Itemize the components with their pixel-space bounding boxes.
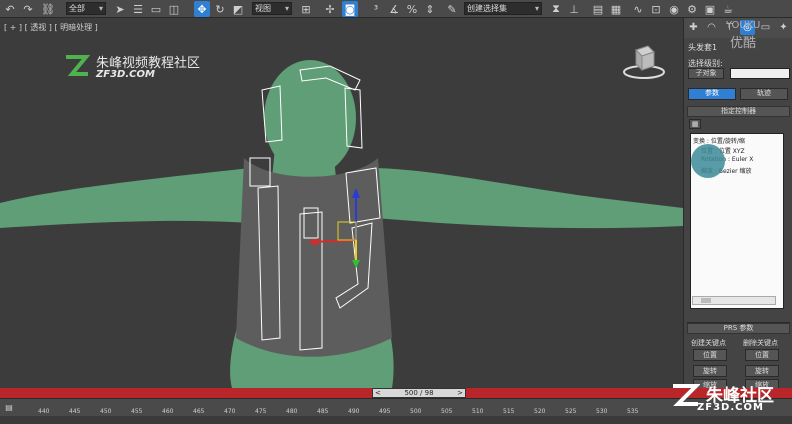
- time-slider-prev[interactable]: <: [375, 389, 381, 397]
- tick-label: 475: [255, 408, 267, 415]
- tick-label: 450: [100, 408, 112, 415]
- layer-icon[interactable]: ▤: [590, 1, 606, 17]
- youku-watermark-en: YOUKU: [726, 20, 761, 31]
- tick-label: 440: [38, 408, 50, 415]
- zf-watermark-en: ZF3D.COM: [697, 402, 764, 413]
- render-setup-icon[interactable]: ⚙: [684, 1, 700, 17]
- prs-parameters-rollout: PRS 参数 创建关键点 删除关键点 位置 位置 旋转 旋转 缩放 缩放: [687, 322, 790, 391]
- tick-label: 520: [534, 408, 546, 415]
- window-crossing-icon[interactable]: ◫: [166, 1, 182, 17]
- tick-label: 525: [565, 408, 577, 415]
- select-manipulate-icon[interactable]: ✢: [322, 1, 338, 17]
- tick-label: 535: [627, 408, 639, 415]
- trajectories-button[interactable]: 轨迹: [740, 88, 788, 100]
- undo-icon[interactable]: ↶: [2, 1, 18, 17]
- utilities-tab-icon[interactable]: ✦: [776, 20, 791, 35]
- tick-label: 515: [503, 408, 515, 415]
- tick-label: 445: [69, 408, 81, 415]
- angle-snap-icon[interactable]: ∡: [386, 1, 402, 17]
- snap-3-icon[interactable]: ³: [368, 1, 384, 17]
- spinner-snap-icon[interactable]: ⇕: [422, 1, 438, 17]
- schematic-icon[interactable]: ⊡: [648, 1, 664, 17]
- keyboard-shortcut-icon[interactable]: ◙: [342, 1, 358, 17]
- delete-position-key-button[interactable]: 位置: [745, 349, 779, 361]
- create-rotation-key-button[interactable]: 旋转: [693, 365, 727, 377]
- tick-label: 485: [317, 408, 329, 415]
- create-position-key-button[interactable]: 位置: [693, 349, 727, 361]
- curve-editor-icon[interactable]: ∿: [630, 1, 646, 17]
- render-icon[interactable]: ☕: [720, 1, 736, 17]
- link-icon[interactable]: ⛓: [40, 1, 56, 17]
- create-key-label: 创建关键点: [691, 339, 726, 347]
- select-by-name-icon[interactable]: ☰: [130, 1, 146, 17]
- edit-named-sel-icon[interactable]: ✎: [444, 1, 460, 17]
- status-bar: [0, 416, 792, 424]
- create-tab-icon[interactable]: ✚: [686, 20, 701, 35]
- align-icon[interactable]: ⊥: [566, 1, 582, 17]
- command-panel: ✚ ◠ ⊤ ◎ ▭ ✦ 头发套1 选择级别: 子对象 参数 轨迹 指定控制器 ▦…: [683, 18, 792, 391]
- tick-label: 465: [193, 408, 205, 415]
- tick-label: 510: [472, 408, 484, 415]
- delete-key-label: 删除关键点: [743, 339, 778, 347]
- parameters-button[interactable]: 参数: [688, 88, 736, 100]
- delete-rotation-key-button[interactable]: 旋转: [745, 365, 779, 377]
- tick-label: 495: [379, 408, 391, 415]
- graphite-icon[interactable]: ▦: [608, 1, 624, 17]
- redo-icon[interactable]: ↷: [20, 1, 36, 17]
- perspective-viewport[interactable]: [ + ] [ 透视 ] [ 明暗处理 ] 朱峰视频教程社区 ZF3D.COM: [0, 18, 683, 388]
- assign-controller-rollout[interactable]: 指定控制器: [687, 106, 790, 117]
- sub-object-select[interactable]: [730, 68, 790, 79]
- select-rotate-icon[interactable]: ↻: [212, 1, 228, 17]
- time-slider[interactable]: < 500 / 98 >: [372, 388, 466, 398]
- youku-watermark-cn: 优酷: [730, 36, 757, 51]
- select-scale-icon[interactable]: ◩: [230, 1, 246, 17]
- track-filter-icon[interactable]: ▤: [2, 401, 16, 413]
- select-object-icon[interactable]: ➤: [112, 1, 128, 17]
- tick-label: 470: [224, 408, 236, 415]
- cursor-highlight: [691, 144, 725, 178]
- named-selection-select[interactable]: 创建选择集: [464, 2, 542, 15]
- reference-coord-select[interactable]: 视图: [252, 2, 292, 15]
- select-move-icon[interactable]: ✥: [194, 1, 210, 17]
- rect-select-icon[interactable]: ▭: [148, 1, 164, 17]
- tick-label: 455: [131, 408, 143, 415]
- pivot-icon[interactable]: ⊞: [298, 1, 314, 17]
- selection-filter-select[interactable]: 全部: [66, 2, 106, 15]
- sub-object-button[interactable]: 子对象: [688, 68, 724, 79]
- object-name-label[interactable]: 头发套1: [688, 42, 717, 53]
- tick-label: 505: [441, 408, 453, 415]
- mirror-icon[interactable]: ⧗: [548, 1, 564, 17]
- time-slider-next[interactable]: >: [457, 389, 463, 397]
- tick-label: 490: [348, 408, 360, 415]
- tick-label: 500: [410, 408, 422, 415]
- tick-label: 530: [596, 408, 608, 415]
- tick-label: 480: [286, 408, 298, 415]
- prs-rollout-header[interactable]: PRS 参数: [687, 323, 790, 334]
- material-editor-icon[interactable]: ◉: [666, 1, 682, 17]
- assign-controller-icon[interactable]: ▦: [689, 119, 701, 129]
- percent-snap-icon[interactable]: %: [404, 1, 420, 17]
- time-slider-label: 500 / 98: [404, 389, 434, 397]
- character-model[interactable]: [0, 18, 683, 388]
- zf-watermark-icon: [673, 384, 700, 406]
- main-toolbar: ↶ ↷ ⛓ 全部 ➤ ☰ ▭ ◫ ✥ ↻ ◩ 视图 ⊞ ✢ ◙ ³ ∡ % ⇕ …: [0, 0, 792, 18]
- render-frame-icon[interactable]: ▣: [702, 1, 718, 17]
- tree-row-transform[interactable]: 变换 : 位置/旋转/缩: [693, 136, 745, 145]
- modify-tab-icon[interactable]: ◠: [704, 20, 719, 35]
- tree-horizontal-scrollbar[interactable]: [692, 296, 776, 305]
- tick-label: 460: [162, 408, 174, 415]
